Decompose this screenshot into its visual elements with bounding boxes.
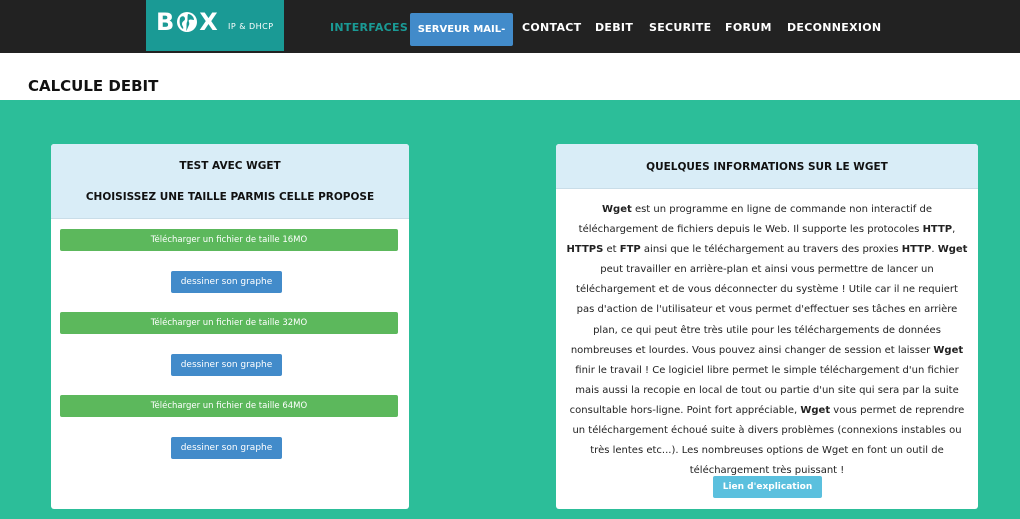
nav-forum[interactable]: FORUM (725, 21, 772, 34)
brand-name: B X (156, 8, 219, 36)
wget-test-panel: TEST AVEC WGET CHOISISSEZ UNE TAILLE PAR… (51, 144, 409, 509)
nav-serveur-mail-dropdown[interactable]: SERVEUR MAIL- (410, 13, 513, 46)
draw-graph-64mo-button[interactable]: dessiner son graphe (171, 437, 282, 459)
panel-heading: QUELQUES INFORMATIONS SUR LE WGET (646, 161, 888, 173)
wget-info-panel-header: QUELQUES INFORMATIONS SUR LE WGET (556, 144, 978, 189)
wget-info-panel: QUELQUES INFORMATIONS SUR LE WGET Wget e… (556, 144, 978, 509)
wget-test-panel-header: TEST AVEC WGET CHOISISSEZ UNE TAILLE PAR… (51, 144, 409, 219)
panel-subheading: CHOISISSEZ UNE TAILLE PARMIS CELLE PROPO… (85, 191, 375, 203)
draw-graph-32mo-button[interactable]: dessiner son graphe (171, 354, 282, 376)
wget-description: Wget est un programme en ligne de comman… (566, 204, 968, 477)
nav-deconnexion[interactable]: DECONNEXION (787, 21, 881, 34)
nav-interfaces[interactable]: INTERFACES (330, 21, 408, 34)
page-title-bar: CALCULE DEBIT (0, 53, 1020, 100)
download-32mo-button[interactable]: Télécharger un fichier de taille 32MO (60, 312, 398, 334)
brand-subtitle: IP & DHCP (228, 22, 274, 31)
download-64mo-button[interactable]: Télécharger un fichier de taille 64MO (60, 395, 398, 417)
nav-securite[interactable]: SECURITE (649, 21, 711, 34)
nav-contact[interactable]: CONTACT (522, 21, 581, 34)
explanation-link-button[interactable]: Lien d'explication (713, 476, 822, 498)
draw-graph-16mo-button[interactable]: dessiner son graphe (171, 271, 282, 293)
panel-heading: TEST AVEC WGET (179, 160, 281, 172)
download-16mo-button[interactable]: Télécharger un fichier de taille 16MO (60, 229, 398, 251)
globe-icon (177, 12, 198, 32)
nav-debit[interactable]: DEBIT (595, 21, 633, 34)
page-title: CALCULE DEBIT (28, 77, 159, 95)
top-navbar: B X IP & DHCP INTERFACES SERVEUR MAIL- C… (0, 0, 1020, 53)
brand-logo[interactable]: B X IP & DHCP (146, 0, 284, 51)
